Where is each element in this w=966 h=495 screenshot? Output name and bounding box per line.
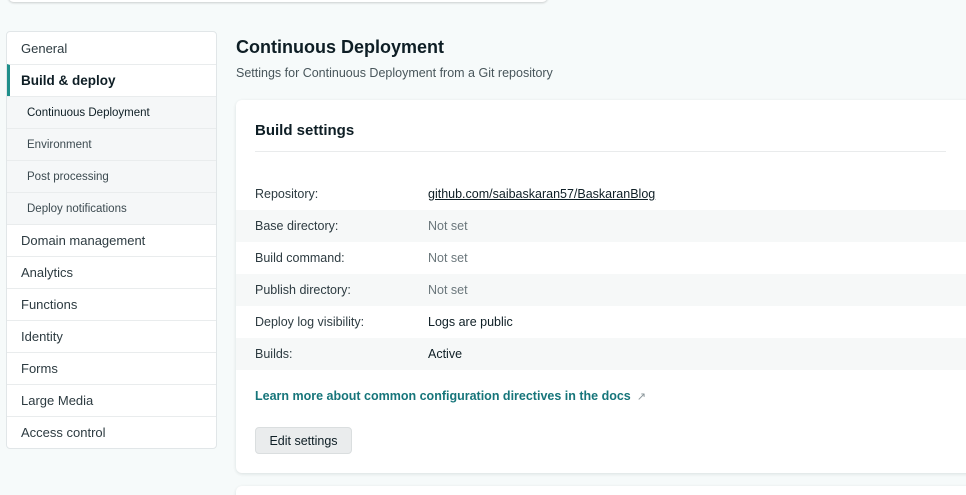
setting-value: Not set <box>428 283 468 297</box>
sidebar-item-forms[interactable]: Forms <box>7 352 216 384</box>
sidebar-item-functions[interactable]: Functions <box>7 288 216 320</box>
setting-label: Base directory: <box>255 219 339 233</box>
sidebar-item-post-processing[interactable]: Post processing <box>7 160 216 192</box>
sidebar-item-general[interactable]: General <box>7 32 216 64</box>
sidebar-item-analytics[interactable]: Analytics <box>7 256 216 288</box>
setting-label: Deploy log visibility: <box>255 315 365 329</box>
setting-value: Active <box>428 347 463 361</box>
page-title: Continuous Deployment <box>236 37 444 57</box>
build-settings-card: Build settings Repository: github.com/sa… <box>236 100 966 473</box>
edit-settings-button[interactable]: Edit settings <box>255 427 352 454</box>
card-title: Build settings <box>255 122 355 139</box>
docs-link-label: Learn more about common configuration di… <box>255 389 631 403</box>
sidebar-item-identity[interactable]: Identity <box>7 320 216 352</box>
setting-row-publish-directory: Publish directory: Not set <box>236 274 966 306</box>
next-card <box>236 486 966 495</box>
setting-label: Repository: <box>255 187 319 201</box>
setting-value: Not set <box>428 251 468 265</box>
sidebar-item-continuous-deployment[interactable]: Continuous Deployment <box>7 96 216 128</box>
sidebar-item-build-deploy[interactable]: Build & deploy <box>7 64 216 96</box>
setting-row-base-directory: Base directory: Not set <box>236 210 966 242</box>
setting-value: Logs are public <box>428 315 513 329</box>
repository-link[interactable]: github.com/saibaskaran57/BaskaranBlog <box>428 187 655 201</box>
setting-label: Builds: <box>255 347 293 361</box>
setting-row-repository: Repository: github.com/saibaskaran57/Bas… <box>236 178 966 210</box>
setting-label: Build command: <box>255 251 345 265</box>
divider <box>255 151 946 152</box>
setting-row-build-command: Build command: Not set <box>236 242 966 274</box>
settings-list: Repository: github.com/saibaskaran57/Bas… <box>236 178 966 370</box>
page-subtitle: Settings for Continuous Deployment from … <box>236 66 553 80</box>
settings-sidebar: General Build & deploy Continuous Deploy… <box>6 31 217 449</box>
top-bar-edge <box>8 0 548 2</box>
setting-label: Publish directory: <box>255 283 351 297</box>
sidebar-item-deploy-notifications[interactable]: Deploy notifications <box>7 192 216 224</box>
sidebar-item-large-media[interactable]: Large Media <box>7 384 216 416</box>
setting-row-builds: Builds: Active <box>236 338 966 370</box>
sidebar-item-domain-management[interactable]: Domain management <box>7 224 216 256</box>
sidebar-item-access-control[interactable]: Access control <box>7 416 216 448</box>
docs-link[interactable]: Learn more about common configuration di… <box>255 389 646 403</box>
setting-value: Not set <box>428 219 468 233</box>
setting-row-deploy-log-visibility: Deploy log visibility: Logs are public <box>236 306 966 338</box>
sidebar-item-environment[interactable]: Environment <box>7 128 216 160</box>
external-link-icon: ↗ <box>636 390 646 403</box>
